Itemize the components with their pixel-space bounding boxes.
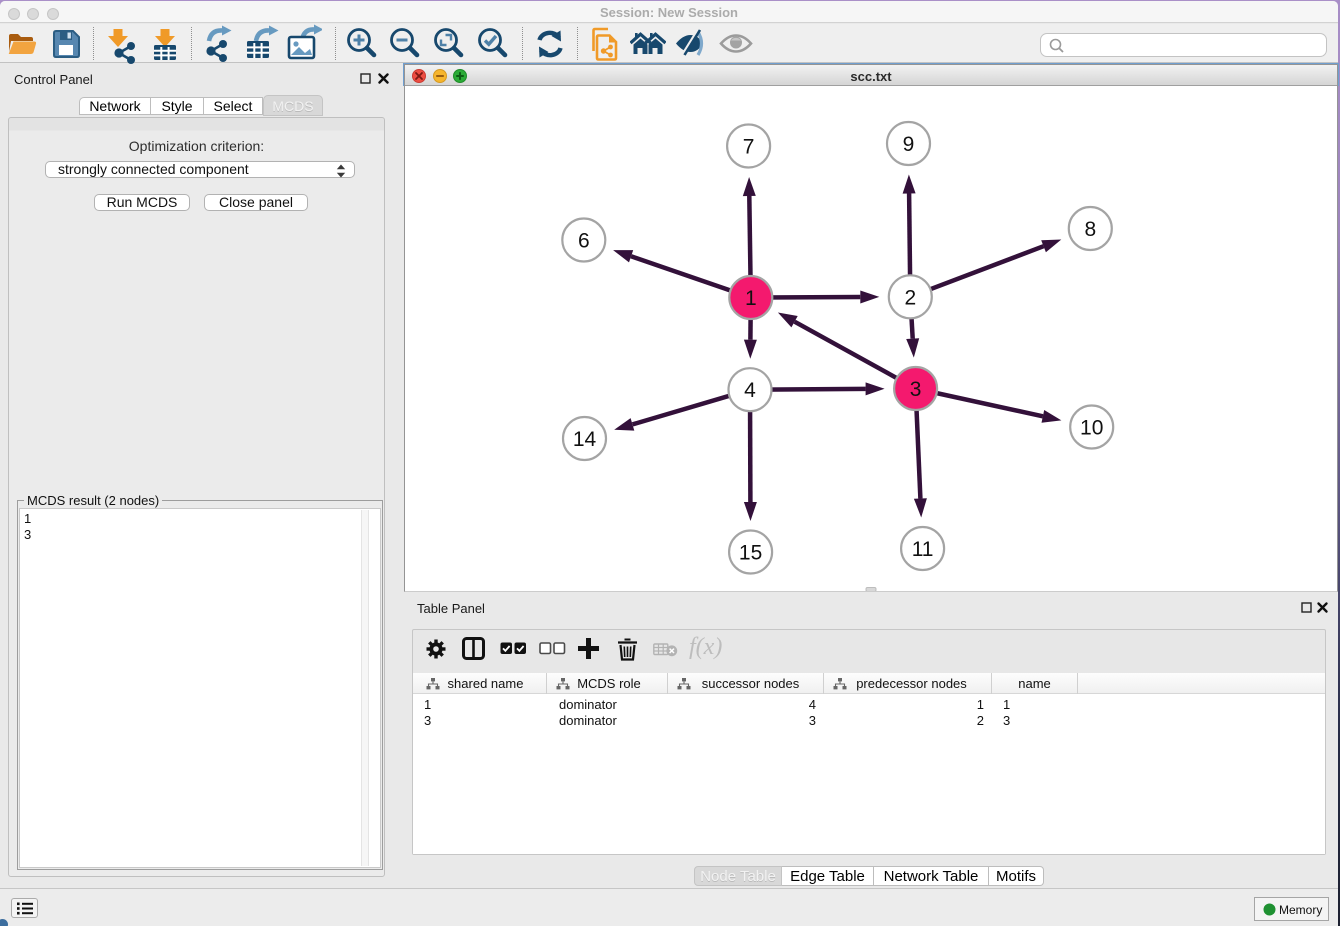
svg-text:3: 3 <box>910 378 922 401</box>
svg-text:7: 7 <box>743 136 755 159</box>
svg-text:15: 15 <box>739 542 762 565</box>
svg-text:11: 11 <box>912 538 934 561</box>
svg-text:1: 1 <box>745 287 757 310</box>
svg-text:14: 14 <box>573 428 597 451</box>
svg-text:2: 2 <box>904 286 916 309</box>
svg-text:9: 9 <box>903 133 915 156</box>
svg-text:4: 4 <box>744 379 756 402</box>
svg-text:6: 6 <box>578 230 590 253</box>
svg-text:8: 8 <box>1084 218 1096 241</box>
svg-text:10: 10 <box>1080 417 1103 440</box>
